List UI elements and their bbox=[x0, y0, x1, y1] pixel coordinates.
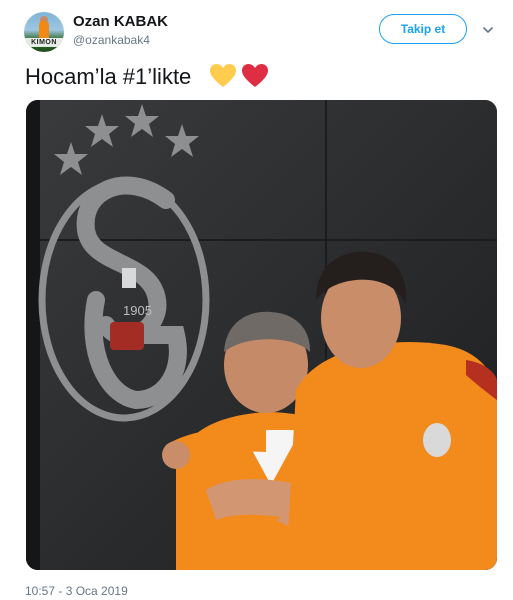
red-heart-icon bbox=[242, 64, 268, 87]
crest-year: 1905 bbox=[123, 303, 152, 318]
user-handle[interactable]: @ozankabak4 bbox=[73, 33, 150, 47]
avatar-banner: KIMON bbox=[24, 38, 64, 47]
avatar[interactable]: KIMON bbox=[24, 12, 64, 52]
tweet-text: Hocam’la #1’likte bbox=[25, 64, 192, 89]
yellow-heart-icon bbox=[210, 64, 236, 87]
tweet-card: KIMON Ozan KABAK @ozankabak4 Takip et Ho… bbox=[0, 0, 513, 600]
photo-illustration: 1905 bbox=[26, 100, 497, 570]
tweet-timestamp[interactable]: 10:57 - 3 Oca 2019 bbox=[25, 584, 128, 598]
follow-button[interactable]: Takip et bbox=[379, 14, 467, 44]
chevron-down-icon[interactable] bbox=[482, 24, 494, 36]
avatar-figure bbox=[39, 21, 49, 39]
tweet-photo[interactable]: 1905 bbox=[26, 100, 497, 570]
display-name[interactable]: Ozan KABAK bbox=[73, 13, 168, 30]
